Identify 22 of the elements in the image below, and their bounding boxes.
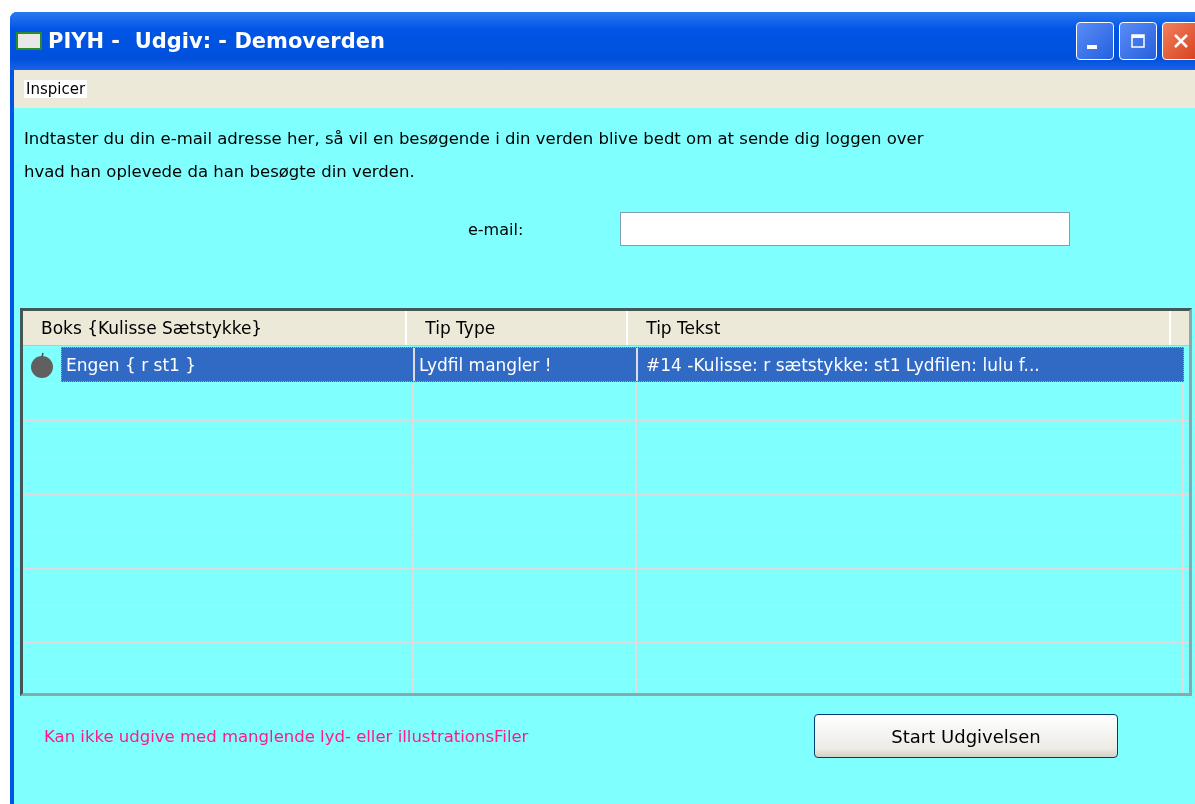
email-label: e-mail: <box>468 219 525 239</box>
maximize-button[interactable] <box>1119 22 1157 60</box>
warning-text: Kan ikke udgive med manglende lyd- eller illustrationsFiler <box>44 726 530 746</box>
close-button[interactable] <box>1162 22 1195 60</box>
close-icon <box>1172 32 1190 50</box>
apple-icon <box>28 350 56 379</box>
window-icon <box>16 32 42 50</box>
table-row[interactable]: Engen { r st1 } Lydfil mangler ! #14 -Kulisse: r sætstykke: st1 Lydfilen: lulu f... <box>61 347 1184 382</box>
email-field[interactable] <box>620 212 1070 246</box>
table-cell-text: #14 -Kulisse: r sætstykke: st1 Lydfilen: lulu f... <box>645 353 1041 377</box>
minimize-icon <box>1087 45 1097 49</box>
menu-item[interactable]: Inspicer <box>24 80 88 98</box>
intro-text: Indtaster du din e-mail adresse her, så vil en besøgende i din verden blive bedt om at sende dig loggen over hvad han oplevede da han besøgte din verden. <box>24 128 925 183</box>
start-button[interactable]: Start Udgivelsen <box>814 714 1118 758</box>
table-cell: Lydfil mangler ! <box>415 348 638 381</box>
minimize-button[interactable] <box>1076 22 1114 60</box>
column-header[interactable]: Tip Tekst <box>628 311 1171 345</box>
column-header[interactable]: Tip Type <box>407 311 629 345</box>
table-cell: Engen { r st1 } <box>62 348 415 381</box>
column-header[interactable]: Boks {Kulisse Sætstykke} <box>23 311 408 345</box>
window-title: PIYH - Udgiv: - Demoverden <box>48 29 385 53</box>
maximize-icon <box>1129 32 1147 50</box>
